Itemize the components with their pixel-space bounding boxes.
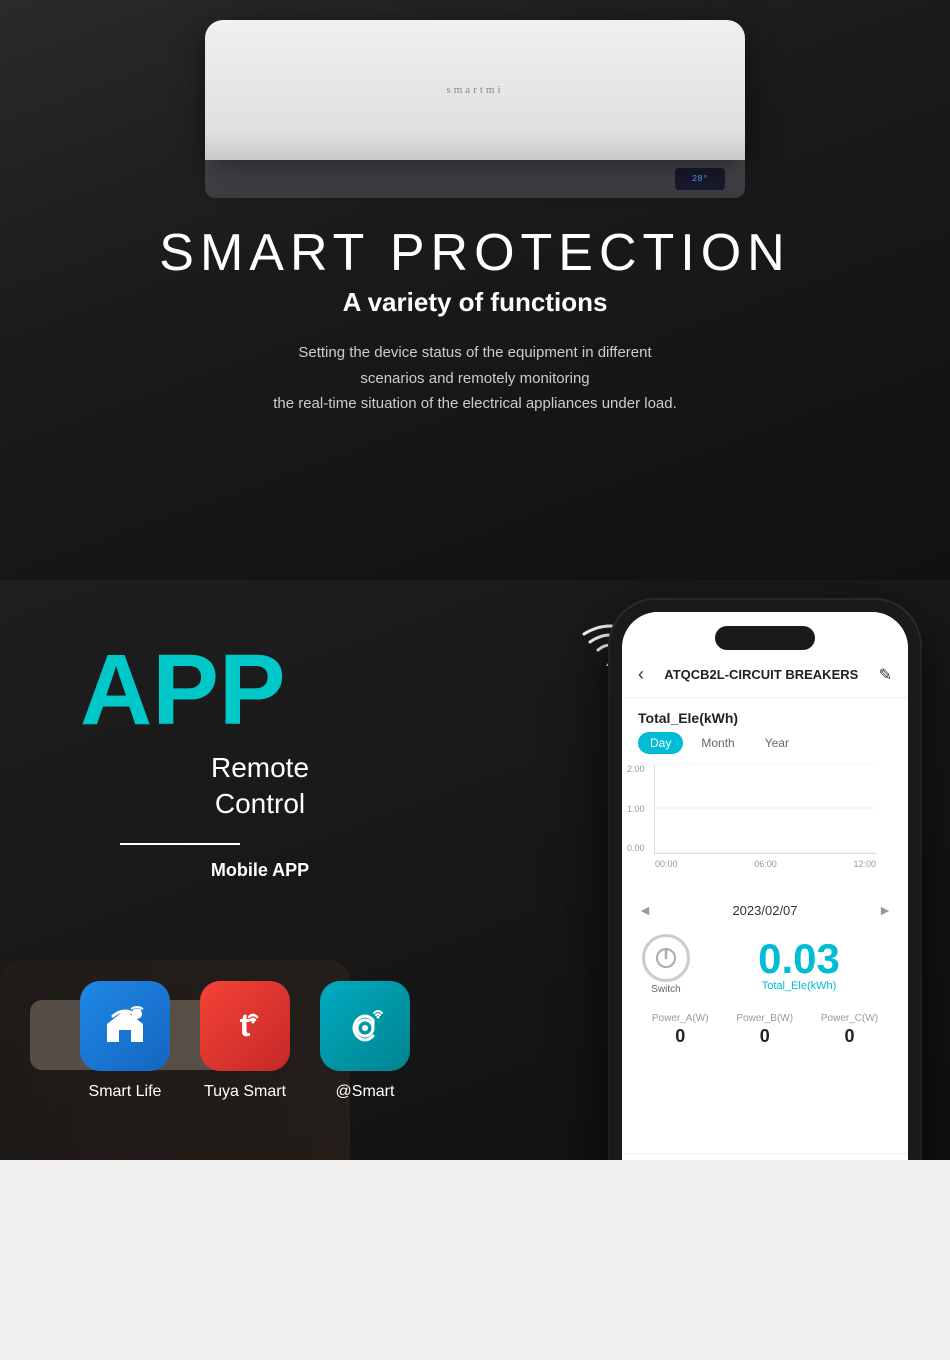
phone-bottom-nav: Home Time Setting — [622, 1153, 908, 1160]
phone-mockup: ‹ ATQCB2L-CIRCUIT BREAKERS ✎ Total_Ele(k… — [610, 600, 920, 1160]
phone-screen: ‹ ATQCB2L-CIRCUIT BREAKERS ✎ Total_Ele(k… — [622, 612, 908, 1160]
power-a-value: 0 — [675, 1026, 685, 1047]
tab-day[interactable]: Day — [638, 732, 683, 754]
energy-value-block: 0.03 Total_Ele(kWh) — [710, 938, 888, 992]
smart-life-icon[interactable] — [80, 981, 170, 1071]
ac-body: smartmi — [205, 20, 745, 160]
ac-unit: smartmi 28° — [205, 20, 745, 195]
power-a-label: Power_A(W) — [652, 1013, 709, 1024]
middle-section: APP RemoteControl Mobile APP Sma — [0, 580, 950, 1160]
power-b-value: 0 — [760, 1026, 770, 1047]
ac-bottom-bar: 28° — [205, 160, 745, 198]
power-c-value: 0 — [844, 1026, 854, 1047]
chart-y-labels: 2.00 1.00 0.00 — [627, 764, 645, 853]
app-icon-item-tuya: t Tuya Smart — [200, 981, 290, 1101]
energy-big-value: 0.03 — [758, 938, 840, 980]
energy-label: Total_Ele(kWh) — [622, 698, 908, 732]
remote-control-label: RemoteControl — [100, 750, 420, 823]
date-row: ◄ 2023/02/07 ► — [622, 878, 908, 926]
smart-life-label: Smart Life — [89, 1083, 162, 1101]
tab-year[interactable]: Year — [753, 732, 801, 754]
date-display: 2023/02/07 — [732, 903, 797, 918]
bottom-section — [0, 1160, 950, 1360]
power-row: Power_A(W) 0 Power_B(W) 0 Power_C(W) 0 — [622, 1003, 908, 1055]
app-icon-item-at-smart: @Smart — [320, 981, 410, 1101]
phone-app: ‹ ATQCB2L-CIRCUIT BREAKERS ✎ Total_Ele(k… — [622, 612, 908, 1160]
x-label-00: 00:00 — [655, 859, 678, 869]
left-content: APP RemoteControl Mobile APP — [0, 580, 420, 921]
hero-title-sub: A variety of functions — [159, 287, 790, 318]
back-button[interactable]: ‹ — [638, 664, 644, 685]
tab-row: Day Month Year — [622, 732, 908, 764]
switch-label: Switch — [651, 984, 680, 995]
tab-month[interactable]: Month — [689, 732, 746, 754]
hero-text-block: SMART PROTECTION A variety of functions … — [109, 225, 840, 417]
next-date-button[interactable]: ► — [878, 902, 892, 918]
app-icon-item-smart-life: Smart Life — [80, 981, 170, 1101]
y-label-1: 1.00 — [627, 804, 645, 814]
y-label-0: 0.00 — [627, 843, 645, 853]
chart-area: 2.00 1.00 0.00 — [654, 764, 876, 854]
phone-container: ‹ ATQCB2L-CIRCUIT BREAKERS ✎ Total_Ele(k… — [610, 600, 920, 1160]
left-wrapper: APP RemoteControl Mobile APP Sma — [0, 580, 420, 1101]
switch-energy-row: Switch 0.03 Total_Ele(kWh) — [622, 926, 908, 1003]
edit-button[interactable]: ✎ — [879, 665, 892, 685]
tuya-label: Tuya Smart — [204, 1083, 286, 1101]
prev-date-button[interactable]: ◄ — [638, 902, 652, 918]
phone-content: Total_Ele(kWh) Day Month Year 2.00 — [622, 698, 908, 1153]
x-label-12: 12:00 — [853, 859, 876, 869]
phone-header: ‹ ATQCB2L-CIRCUIT BREAKERS ✎ — [622, 612, 908, 698]
hero-description: Setting the device status of the equipme… — [185, 340, 765, 417]
energy-unit-label: Total_Ele(kWh) — [762, 980, 837, 992]
x-label-06: 06:00 — [754, 859, 777, 869]
top-section: smartmi 28° SMART PROTECTION A variety o… — [0, 0, 950, 580]
power-c-label: Power_C(W) — [821, 1013, 878, 1024]
power-a-item: Power_A(W) 0 — [652, 1013, 709, 1047]
app-big-title: APP — [80, 640, 420, 740]
at-smart-icon[interactable] — [320, 981, 410, 1071]
power-b-item: Power_B(W) 0 — [736, 1013, 793, 1047]
divider — [120, 843, 240, 845]
ac-brand-label: smartmi — [446, 84, 503, 96]
power-b-label: Power_B(W) — [736, 1013, 793, 1024]
ac-display: 28° — [675, 168, 725, 190]
svg-text:t: t — [240, 1007, 251, 1043]
tuya-icon[interactable]: t — [200, 981, 290, 1071]
power-switch-button[interactable] — [642, 934, 690, 982]
chart-x-labels: 00:00 06:00 12:00 — [655, 859, 876, 869]
at-smart-label: @Smart — [336, 1083, 395, 1101]
device-name: ATQCB2L-CIRCUIT BREAKERS — [664, 667, 858, 682]
power-c-item: Power_C(W) 0 — [821, 1013, 878, 1047]
app-icons-row: Smart Life t Tuya Smart — [80, 981, 420, 1101]
hero-title-main: SMART PROTECTION — [159, 225, 790, 282]
mobile-app-label: Mobile APP — [100, 860, 420, 881]
dynamic-island — [715, 626, 815, 650]
y-label-2: 2.00 — [627, 764, 645, 774]
